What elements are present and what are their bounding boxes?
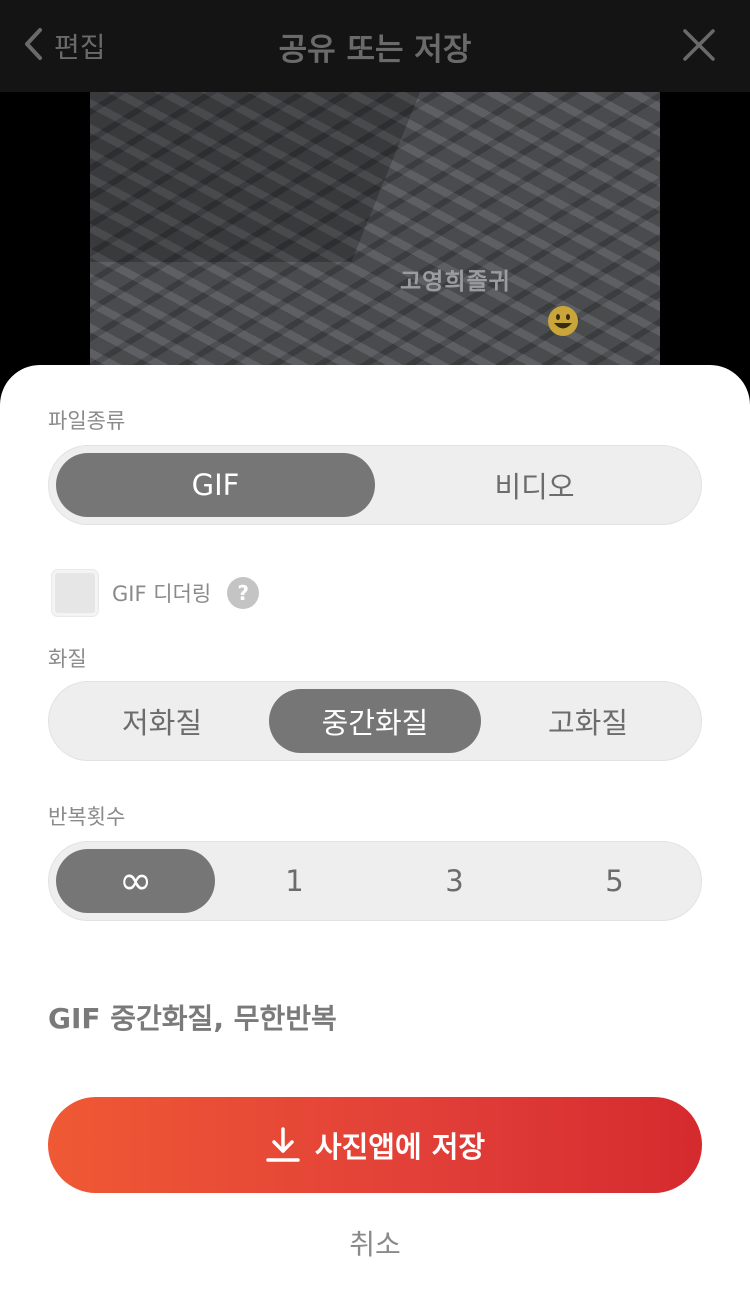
- file-type-option-video[interactable]: 비디오: [375, 453, 694, 517]
- help-icon[interactable]: ?: [227, 577, 260, 609]
- file-type-selector: GIF 비디오: [48, 445, 702, 525]
- download-icon: [266, 1127, 300, 1162]
- repeat-count-selector: ∞ 1 3 5: [48, 841, 702, 921]
- top-bar: 편집 공유 또는 저장: [0, 0, 750, 92]
- gif-dithering-checkbox[interactable]: [52, 570, 98, 616]
- repeat-option-3[interactable]: 3: [375, 849, 534, 913]
- page-title: 공유 또는 저장: [278, 32, 472, 68]
- selection-summary: GIF 중간화질, 무한반복: [48, 1002, 337, 1035]
- repeat-option-infinite[interactable]: ∞: [56, 849, 215, 913]
- quality-option-low[interactable]: 저화질: [56, 689, 268, 753]
- quality-selector: 저화질 중간화질 고화질: [48, 681, 702, 761]
- quality-label: 화질: [48, 647, 87, 671]
- sticker-text: 고영희졸귀: [400, 269, 511, 295]
- file-type-label: 파일종류: [48, 409, 126, 433]
- gif-preview-image: 고영희졸귀: [90, 92, 660, 382]
- repeat-option-1[interactable]: 1: [215, 849, 374, 913]
- save-options-sheet: 파일종류 GIF 비디오 GIF 디더링 ? 화질 저화질 중간화질 고화질 반…: [0, 365, 750, 1297]
- gif-dithering-row: GIF 디더링 ?: [52, 570, 260, 616]
- smiling-face-sticker-icon: [548, 306, 578, 336]
- quality-option-high[interactable]: 고화질: [482, 689, 694, 753]
- cancel-button[interactable]: 취소: [0, 1223, 750, 1263]
- save-to-photos-button[interactable]: 사진앱에 저장: [48, 1097, 702, 1193]
- save-button-label: 사진앱에 저장: [314, 1130, 486, 1164]
- gif-dithering-label: GIF 디더링: [112, 582, 212, 606]
- close-button[interactable]: [682, 28, 716, 62]
- repeat-count-label: 반복횟수: [48, 805, 126, 829]
- close-icon: [683, 29, 715, 61]
- file-type-option-gif[interactable]: GIF: [56, 453, 375, 517]
- quality-option-medium[interactable]: 중간화질: [269, 689, 481, 753]
- repeat-option-5[interactable]: 5: [535, 849, 694, 913]
